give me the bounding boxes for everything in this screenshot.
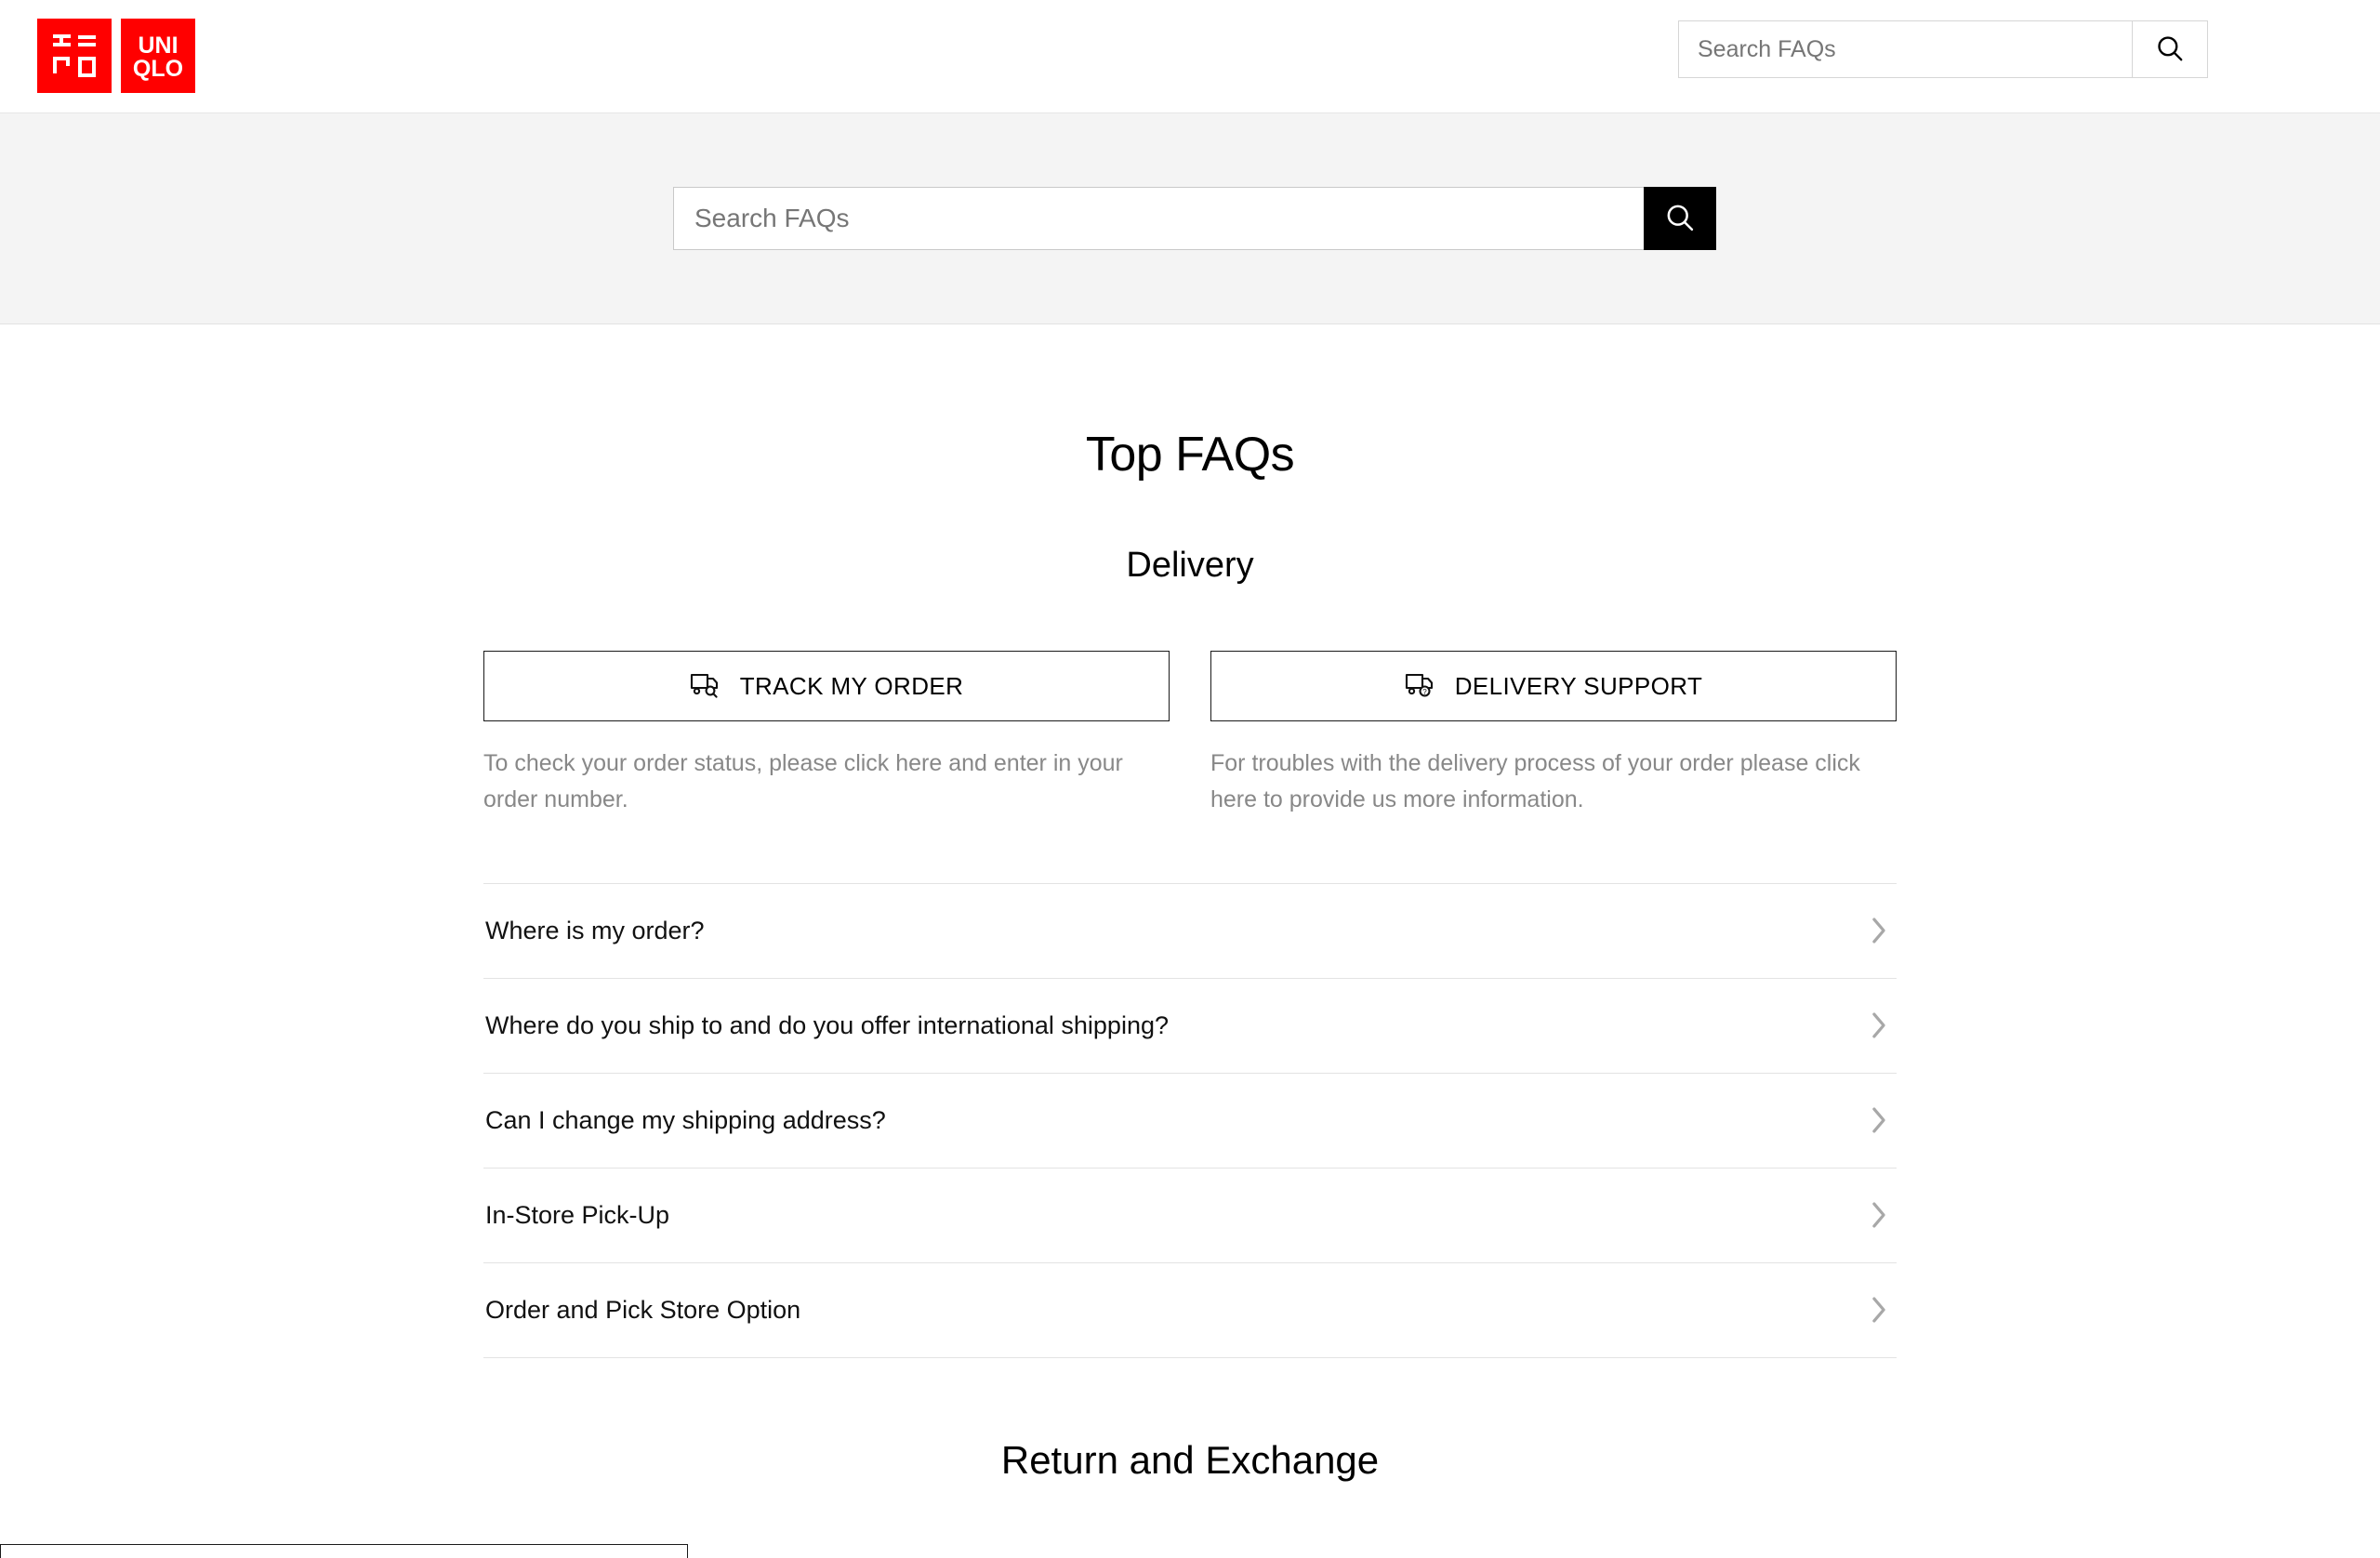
header-search <box>1678 20 2208 78</box>
chevron-right-icon <box>1869 1010 1889 1041</box>
site-header: UNI QLO <box>0 0 2380 113</box>
hero-search-band <box>0 113 2380 324</box>
faq-question: Where is my order? <box>485 916 705 944</box>
chevron-right-icon <box>1869 1199 1889 1231</box>
faq-question: Order and Pick Store Option <box>485 1295 801 1324</box>
search-icon <box>2154 33 2186 67</box>
page-title: Top FAQs <box>1085 428 1295 482</box>
faq-question: Where do you ship to and do you offer in… <box>485 1010 1169 1039</box>
uniqlo-wordmark-logo: UNI QLO <box>121 19 195 93</box>
delivery-support-description: For troubles with the delivery process o… <box>1210 750 1860 812</box>
delivery-support-label: DELIVERY SUPPORT <box>1454 671 1703 700</box>
faq-item[interactable]: In-Store Pick-Up <box>483 1168 1897 1263</box>
chevron-right-icon <box>1869 915 1889 946</box>
cta-column-track-order: TRACK MY ORDER To check your order statu… <box>483 651 1170 818</box>
hero-search-button[interactable] <box>1644 187 1716 250</box>
faq-list: Where is my order? Where do you ship to … <box>483 882 1897 1358</box>
cta-grid: TRACK MY ORDER To check your order statu… <box>483 651 1897 818</box>
faq-item[interactable]: Can I change my shipping address? <box>483 1074 1897 1168</box>
track-my-order-button[interactable]: TRACK MY ORDER <box>483 651 1170 721</box>
track-my-order-description: To check your order status, please click… <box>483 750 1123 812</box>
track-my-order-label: TRACK MY ORDER <box>739 671 964 700</box>
section-title-delivery: Delivery <box>1126 546 1254 585</box>
truck-question-icon: ? <box>1405 670 1440 703</box>
faq-item[interactable]: Where do you ship to and do you offer in… <box>483 979 1897 1074</box>
header-search-button[interactable] <box>2132 20 2208 78</box>
svg-text:?: ? <box>1422 687 1427 695</box>
uniqlo-logo[interactable]: UNI QLO <box>37 19 195 93</box>
hero-search-input[interactable] <box>673 187 1644 250</box>
section-title-return-and-exchange: Return and Exchange <box>1000 1437 1380 1482</box>
faq-item[interactable]: Order and Pick Store Option <box>483 1263 1897 1358</box>
delivery-section: TRACK MY ORDER To check your order statu… <box>483 651 1897 1358</box>
header-search-input[interactable] <box>1678 20 2132 78</box>
cta-column-delivery-support: ? DELIVERY SUPPORT For troubles with the… <box>1210 651 1897 818</box>
chevron-right-icon <box>1869 1294 1889 1326</box>
hero-search <box>673 187 1716 250</box>
return-and-exchange-cta-button[interactable] <box>0 1543 688 1558</box>
chevron-right-icon <box>1869 1104 1889 1136</box>
wordmark-bottom-text: QLO <box>133 56 183 82</box>
main-content: Top FAQs Delivery TRACK MY ORDER To chec… <box>0 427 2380 1558</box>
delivery-support-button[interactable]: ? DELIVERY SUPPORT <box>1210 651 1897 721</box>
wordmark-top-text: UNI <box>138 33 178 59</box>
uniqlo-katakana-logo <box>37 19 112 93</box>
faq-question: Can I change my shipping address? <box>485 1105 886 1134</box>
faq-question: In-Store Pick-Up <box>485 1200 670 1229</box>
search-icon <box>1663 201 1697 237</box>
truck-search-icon <box>690 670 725 703</box>
faq-item[interactable]: Where is my order? <box>483 884 1897 979</box>
